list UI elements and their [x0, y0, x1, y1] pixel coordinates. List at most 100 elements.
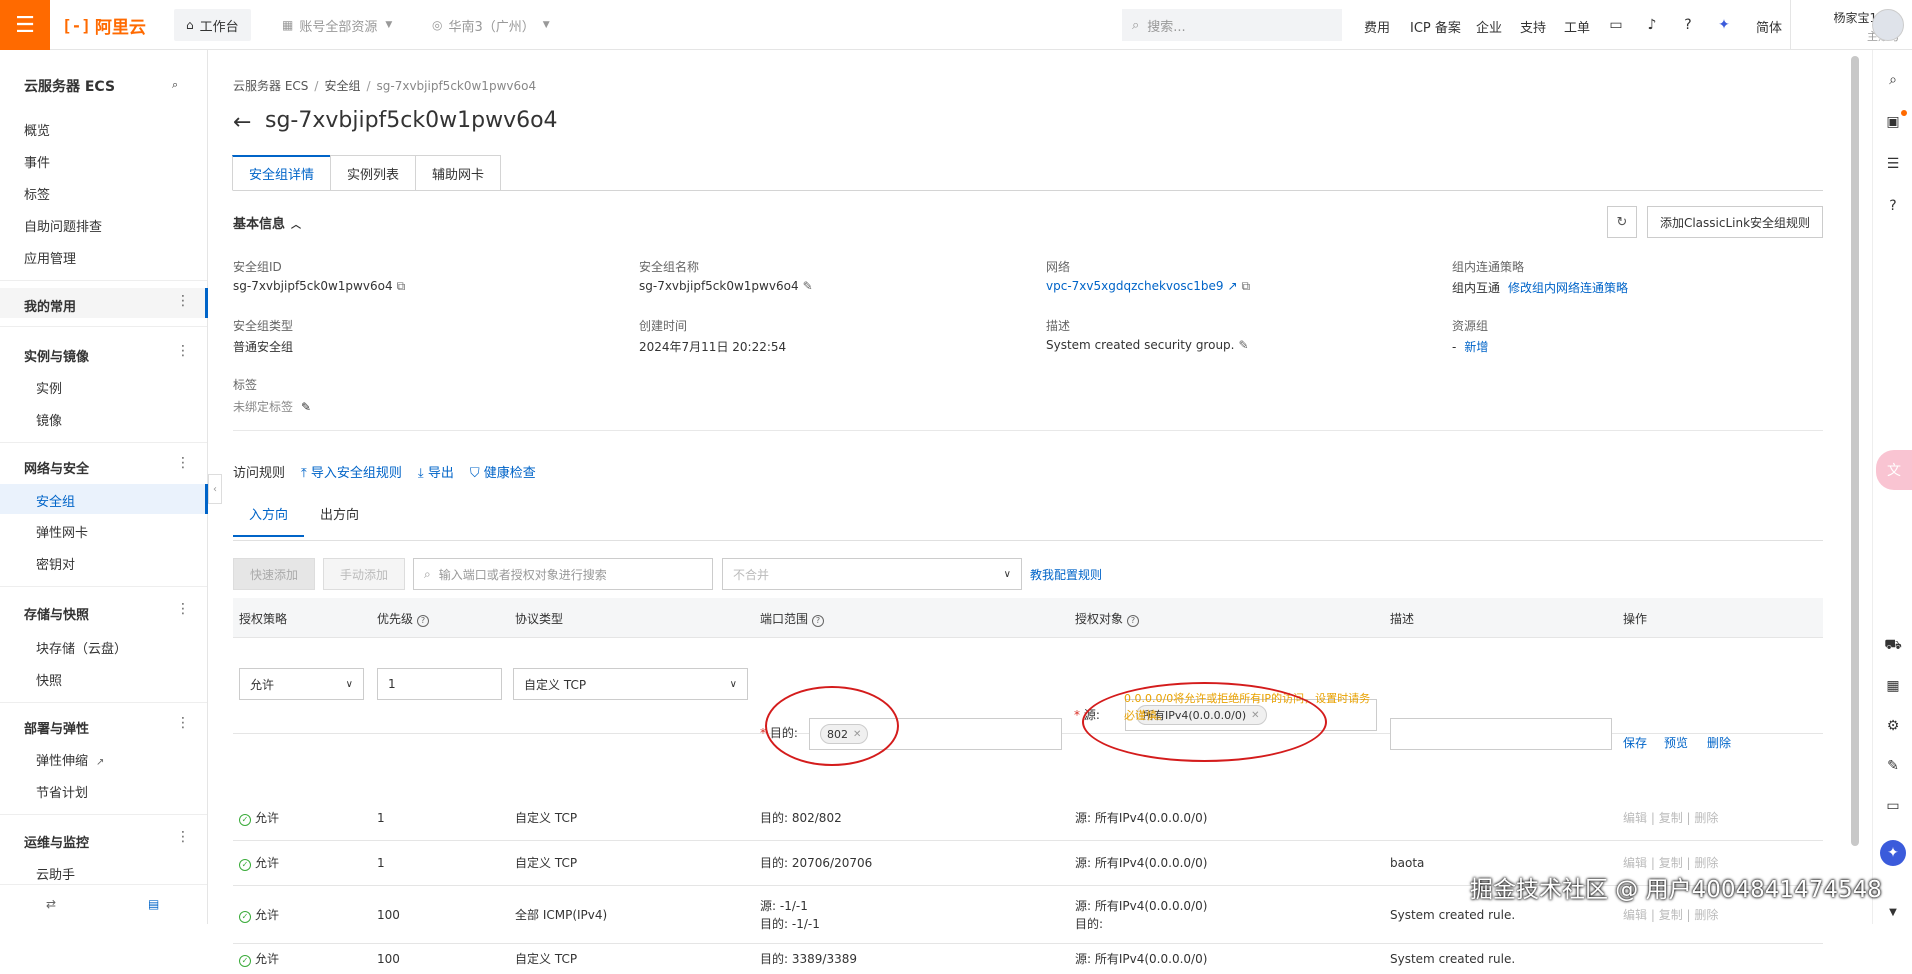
- more-icon[interactable]: ⋮: [176, 602, 190, 616]
- sidebar-item-overview[interactable]: 概览: [24, 120, 50, 139]
- edit-icon[interactable]: ✎: [1238, 338, 1248, 352]
- sidebar-collapse-icon[interactable]: ‹: [208, 474, 222, 504]
- switch-icon[interactable]: ⇄: [46, 897, 56, 911]
- tab-instances[interactable]: 实例列表: [330, 155, 417, 191]
- help-icon[interactable]: ?: [812, 615, 825, 627]
- external-link-icon[interactable]: ↗: [1227, 279, 1237, 293]
- edit-rule-link[interactable]: 编辑: [1623, 908, 1647, 922]
- delete-rule-link[interactable]: 删除: [1694, 908, 1718, 922]
- ai-assistant-icon[interactable]: ✦: [1714, 15, 1734, 35]
- copy-icon[interactable]: ⧉: [397, 279, 406, 293]
- sidebar-item-snapshots[interactable]: 快照: [36, 670, 62, 689]
- sidebar-group-ops[interactable]: 运维与监控: [24, 832, 89, 851]
- sidebar-item-disks[interactable]: 块存储（云盘）: [36, 638, 127, 657]
- merge-select[interactable]: 不合并 ∨: [722, 558, 1022, 590]
- export-button[interactable]: ⤓ 导出: [418, 462, 454, 481]
- add-resource-group-link[interactable]: 新增: [1464, 340, 1488, 354]
- delete-rule-link[interactable]: 删除: [1694, 856, 1718, 870]
- edit-rule-link[interactable]: 编辑: [1623, 811, 1647, 825]
- tab-inbound[interactable]: 入方向: [233, 504, 305, 537]
- sidebar-item-tags[interactable]: 标签: [24, 184, 50, 203]
- sidebar-favorites[interactable]: 我的常用: [24, 296, 76, 315]
- global-search-input[interactable]: ⌕ 搜索...: [1122, 9, 1342, 41]
- language-switch[interactable]: 简体: [1756, 17, 1782, 36]
- more-icon[interactable]: ⋮: [176, 294, 190, 308]
- icp-link[interactable]: ICP 备案: [1410, 17, 1461, 36]
- book-icon[interactable]: ▣: [1883, 112, 1903, 132]
- quick-add-button[interactable]: 快速添加: [233, 558, 315, 590]
- enterprise-link[interactable]: 企业: [1476, 17, 1502, 36]
- sidebar-item-eni[interactable]: 弹性网卡: [36, 522, 88, 541]
- chat-icon[interactable]: ▭: [1883, 796, 1903, 816]
- scroll-down-icon[interactable]: ▼: [1883, 902, 1903, 922]
- calculator-icon[interactable]: ▦: [1883, 676, 1903, 696]
- sidebar-item-autoscaling[interactable]: 弹性伸缩 ↗: [36, 750, 104, 769]
- manual-add-button[interactable]: 手动添加: [323, 558, 405, 590]
- sidebar-item-cloud-assistant[interactable]: 云助手: [36, 864, 75, 883]
- description-input[interactable]: [1390, 718, 1612, 750]
- sidebar-item-app-management[interactable]: 应用管理: [24, 248, 76, 267]
- copy-rule-link[interactable]: 复制: [1659, 908, 1683, 922]
- search-icon[interactable]: ⌕: [1883, 70, 1903, 90]
- help-icon[interactable]: ?: [1127, 615, 1140, 627]
- tab-outbound[interactable]: 出方向: [304, 504, 375, 537]
- cart-icon[interactable]: ⛟: [1883, 636, 1903, 656]
- page-scrollbar[interactable]: [1851, 56, 1859, 846]
- add-classiclink-rule-button[interactable]: 添加ClassicLink安全组规则: [1647, 206, 1823, 238]
- menu-icon[interactable]: ☰: [0, 0, 50, 50]
- back-arrow-icon[interactable]: ←: [233, 110, 251, 135]
- priority-input[interactable]: 1: [377, 668, 502, 700]
- sidebar-group-storage[interactable]: 存储与快照: [24, 604, 89, 623]
- preview-rule-button[interactable]: 预览: [1664, 734, 1688, 751]
- refresh-button[interactable]: ↻: [1607, 206, 1637, 238]
- translate-icon[interactable]: 文: [1876, 450, 1912, 490]
- vpc-link[interactable]: vpc-7xv5xgdqzchekvosc1be9: [1046, 279, 1223, 293]
- help-icon[interactable]: ?: [1883, 196, 1903, 216]
- edit-rule-link[interactable]: 编辑: [1623, 856, 1647, 870]
- sidebar-item-savings-plan[interactable]: 节省计划: [36, 782, 88, 801]
- account-resources-dropdown[interactable]: ▦ 账号全部资源 ▼: [270, 9, 404, 41]
- region-dropdown[interactable]: ◎ 华南3（广州） ▼: [420, 9, 562, 41]
- edit-icon[interactable]: ✎: [301, 400, 311, 414]
- support-link[interactable]: 支持: [1520, 17, 1546, 36]
- workbench-button[interactable]: ⌂ 工作台: [174, 9, 251, 41]
- edit-icon[interactable]: ✎: [803, 279, 813, 293]
- sidebar-item-security-groups[interactable]: 安全组: [36, 491, 75, 510]
- edit-icon[interactable]: ✎: [1883, 756, 1903, 776]
- ticket-link[interactable]: 工单: [1564, 17, 1590, 36]
- breadcrumb-security-groups[interactable]: 安全组: [324, 79, 360, 93]
- list-icon[interactable]: ☰: [1883, 154, 1903, 174]
- basic-info-toggle[interactable]: 基本信息 ︿: [233, 213, 301, 232]
- bell-icon[interactable]: ♪: [1642, 15, 1662, 35]
- copy-icon[interactable]: ⧉: [1242, 279, 1251, 293]
- delete-rule-button[interactable]: 删除: [1707, 734, 1731, 751]
- protocol-select[interactable]: 自定义 TCP ∨: [513, 668, 748, 700]
- terminal-icon[interactable]: ▭: [1606, 15, 1626, 35]
- sidebar-item-keypairs[interactable]: 密钥对: [36, 554, 75, 573]
- help-icon[interactable]: ?: [417, 615, 430, 627]
- aliyun-logo[interactable]: [-] 阿里云: [62, 14, 146, 38]
- feedback-icon[interactable]: ▤: [148, 897, 159, 911]
- more-icon[interactable]: ⋮: [176, 456, 190, 470]
- more-icon[interactable]: ⋮: [176, 716, 190, 730]
- save-rule-button[interactable]: 保存: [1623, 734, 1647, 751]
- import-rules-button[interactable]: ⤒ 导入安全组规则: [301, 462, 402, 481]
- sidebar-item-images[interactable]: 镜像: [36, 410, 62, 429]
- breadcrumb-ecs[interactable]: 云服务器 ECS: [233, 79, 308, 93]
- billing-link[interactable]: 费用: [1364, 17, 1390, 36]
- more-icon[interactable]: ⋮: [176, 344, 190, 358]
- help-icon[interactable]: ?: [1678, 15, 1698, 35]
- gear-icon[interactable]: ⚙: [1883, 716, 1903, 736]
- tab-sg-details[interactable]: 安全组详情: [232, 155, 332, 191]
- sidebar-search-icon[interactable]: ⌕: [172, 78, 178, 92]
- health-check-button[interactable]: ⛉ 健康检查: [470, 462, 536, 481]
- modify-policy-link[interactable]: 修改组内网络连通策略: [1508, 281, 1628, 295]
- delete-rule-link[interactable]: 删除: [1694, 811, 1718, 825]
- teach-config-link[interactable]: 教我配置规则: [1030, 566, 1102, 583]
- rule-search-input[interactable]: ⌕ 输入端口或者授权对象进行搜索: [413, 558, 713, 590]
- copy-rule-link[interactable]: 复制: [1659, 856, 1683, 870]
- policy-select[interactable]: 允许 ∨: [239, 668, 364, 700]
- ai-assistant-icon[interactable]: ✦: [1880, 840, 1906, 866]
- sidebar-item-troubleshoot[interactable]: 自助问题排查: [24, 216, 102, 235]
- sidebar-item-events[interactable]: 事件: [24, 152, 50, 171]
